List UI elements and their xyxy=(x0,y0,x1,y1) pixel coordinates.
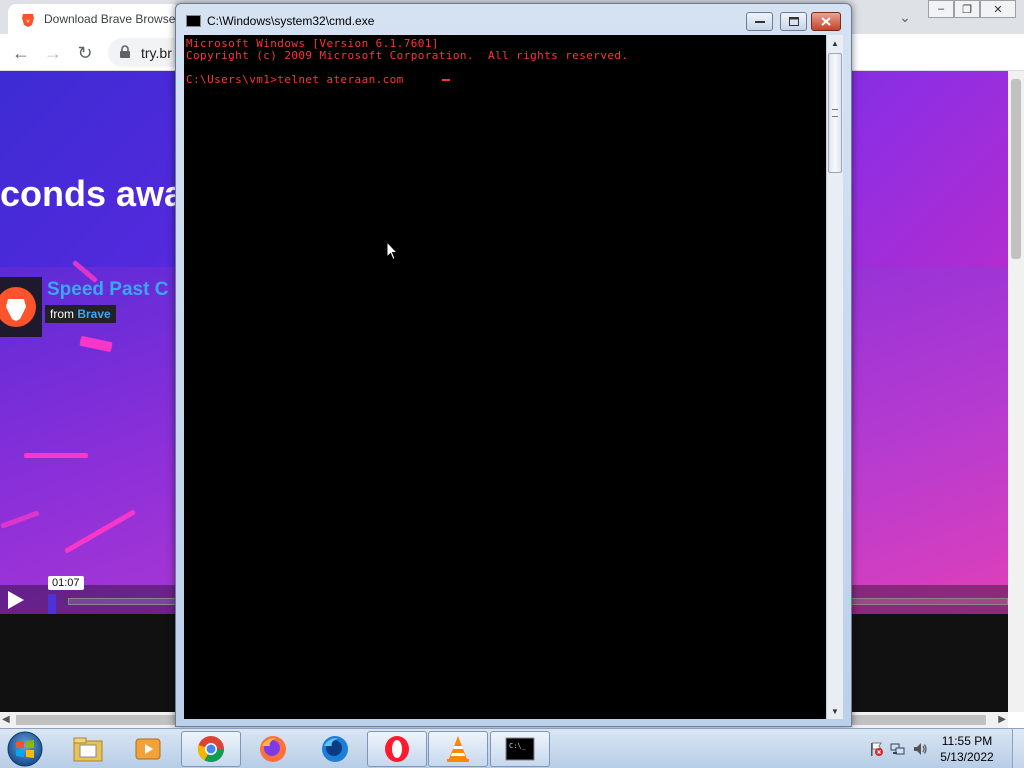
video-streak xyxy=(79,335,113,353)
minimize-button[interactable]: – xyxy=(928,0,954,18)
forward-arrow-icon[interactable]: → xyxy=(40,40,66,66)
vertical-scrollbar[interactable]: ▲ ▼ xyxy=(826,35,843,719)
scrollbar-thumb[interactable] xyxy=(1011,79,1021,259)
firefox-dev-taskbar-icon[interactable] xyxy=(305,731,365,767)
tab-title: Download Brave Browser xyxy=(44,12,180,26)
console-prompt-line: C:\Users\vm1>telnet ateraan.com xyxy=(186,73,411,86)
hero-heading: conds awa xyxy=(0,173,185,214)
text-cursor xyxy=(442,79,450,81)
scroll-down-icon[interactable]: ▼ xyxy=(827,703,843,719)
play-icon[interactable] xyxy=(6,589,26,611)
console-output[interactable]: Microsoft Windows [Version 6.1.7601] Cop… xyxy=(184,35,826,719)
scroll-left-icon[interactable]: ◀ xyxy=(2,714,10,725)
close-button[interactable]: ✕ xyxy=(980,0,1016,18)
opera-icon xyxy=(385,736,409,762)
command-prompt-icon: C:\_ xyxy=(505,737,535,761)
clock-time[interactable]: 11:55 PM xyxy=(932,734,1002,748)
scroll-right-icon[interactable]: ▶ xyxy=(998,714,1006,725)
video-channel[interactable]: from Brave xyxy=(45,305,116,323)
console-line: Copyright (c) 2009 Microsoft Corporation… xyxy=(186,49,629,62)
url-text: try.br xyxy=(141,45,172,61)
video-streak xyxy=(64,509,136,554)
minimize-icon xyxy=(754,20,765,23)
media-player-taskbar-icon[interactable] xyxy=(118,731,178,767)
vlc-icon xyxy=(447,736,469,762)
scrollbar-thumb[interactable] xyxy=(828,53,842,173)
mouse-pointer-icon xyxy=(386,241,398,261)
firefox-icon xyxy=(260,736,286,762)
reload-icon[interactable]: ↻ xyxy=(72,40,98,66)
explorer-taskbar-icon[interactable] xyxy=(58,731,118,767)
brave-logo xyxy=(0,277,42,337)
cmd-taskbar-icon[interactable]: C:\_ xyxy=(490,731,550,767)
close-icon xyxy=(821,17,831,26)
video-streak xyxy=(0,510,40,529)
windows-start-icon[interactable] xyxy=(4,730,46,768)
progress-handle[interactable] xyxy=(48,594,56,614)
vlc-taskbar-icon[interactable] xyxy=(428,731,488,767)
from-label: from xyxy=(50,307,74,321)
video-streak xyxy=(24,453,88,458)
show-desktop-button[interactable] xyxy=(1012,729,1024,768)
cmd-icon xyxy=(186,15,201,27)
grip-icon xyxy=(832,109,838,117)
lock-icon xyxy=(120,45,130,58)
folder-icon xyxy=(73,737,103,762)
chevron-down-icon[interactable]: ⌄ xyxy=(896,8,914,26)
scroll-up-icon[interactable]: ▲ xyxy=(827,35,843,51)
opera-taskbar-icon[interactable] xyxy=(367,731,427,767)
maximize-button[interactable] xyxy=(780,12,807,31)
firefox-developer-icon xyxy=(322,736,348,762)
taskbar: C:\_ 11:55 PM 5/13/2022 xyxy=(0,728,1024,768)
minimize-button[interactable] xyxy=(746,12,773,31)
brave-lion-icon xyxy=(0,287,36,327)
vertical-scrollbar[interactable] xyxy=(1008,71,1024,712)
network-icon[interactable] xyxy=(890,741,906,757)
video-title[interactable]: Speed Past C xyxy=(47,279,168,301)
restore-button[interactable]: ❐ xyxy=(954,0,980,18)
back-arrow-icon[interactable]: ← xyxy=(8,40,34,66)
browser-tab[interactable]: Download Brave Browser xyxy=(8,4,180,34)
system-tray: 11:55 PM 5/13/2022 xyxy=(862,729,1024,768)
cmd-window[interactable]: C:\Windows\system32\cmd.exe Microsoft Wi… xyxy=(175,3,852,727)
clock-date[interactable]: 5/13/2022 xyxy=(932,750,1002,764)
action-center-flag-icon[interactable] xyxy=(868,741,884,757)
chrome-icon xyxy=(197,736,225,763)
cmd-icon-text: C:\_ xyxy=(509,742,527,750)
chrome-taskbar-icon[interactable] xyxy=(181,731,241,767)
time-tooltip: 01:07 xyxy=(48,576,84,590)
close-button[interactable] xyxy=(811,12,841,31)
media-player-icon xyxy=(135,738,161,760)
volume-icon[interactable] xyxy=(912,741,928,757)
firefox-taskbar-icon[interactable] xyxy=(243,731,303,767)
maximize-icon xyxy=(788,17,799,26)
channel-name: Brave xyxy=(77,307,111,321)
window-title: C:\Windows\system32\cmd.exe xyxy=(207,14,375,28)
brave-lion-icon xyxy=(22,14,34,27)
cmd-titlebar[interactable]: C:\Windows\system32\cmd.exe xyxy=(176,4,851,34)
